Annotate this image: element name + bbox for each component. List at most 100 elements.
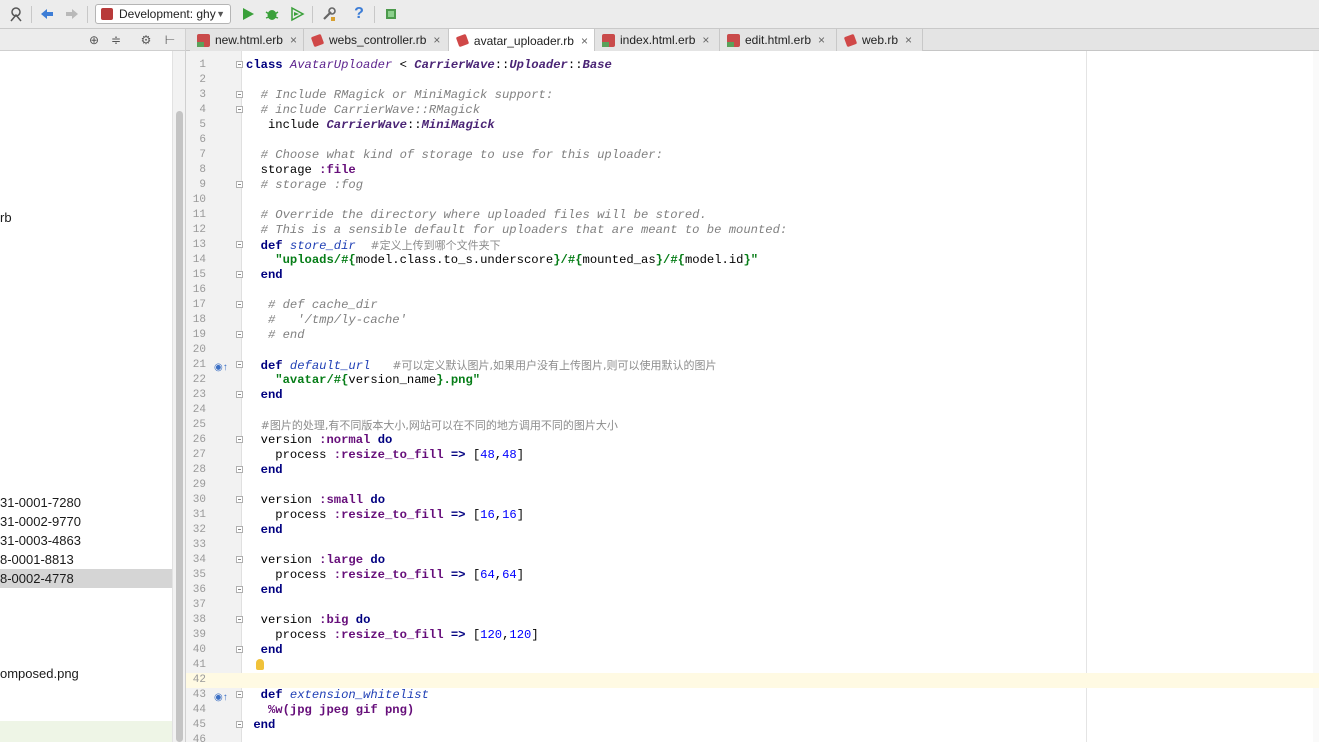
gear-icon[interactable]: ⚙: [138, 32, 154, 48]
code-line[interactable]: 35 process :resize_to_fill => [64,64]: [186, 568, 1319, 583]
fold-toggle-icon[interactable]: [236, 271, 243, 278]
code-line[interactable]: 43 ◉↑ def extension_whitelist: [186, 688, 1319, 703]
code-line[interactable]: 38 version :big do: [186, 613, 1319, 628]
settings-wrench-icon[interactable]: [320, 5, 338, 23]
code-line[interactable]: 37: [186, 598, 1319, 613]
fold-toggle-icon[interactable]: [236, 91, 243, 98]
forward-arrow-icon[interactable]: [63, 5, 81, 23]
code-line[interactable]: 33: [186, 538, 1319, 553]
debug-icon[interactable]: [263, 5, 281, 23]
tree-item[interactable]: 31-0003-4863: [0, 531, 172, 550]
run-icon[interactable]: [239, 5, 257, 23]
close-icon[interactable]: ×: [905, 33, 912, 47]
code-line[interactable]: 13 def store_dir #定义上传到哪个文件夹下: [186, 238, 1319, 253]
code-line[interactable]: 26 version :normal do: [186, 433, 1319, 448]
tree-item-selected[interactable]: 8-0002-4778: [0, 569, 172, 588]
sidebar-scrollbar[interactable]: [172, 51, 185, 742]
code-line[interactable]: 40 end: [186, 643, 1319, 658]
fold-toggle-icon[interactable]: [236, 361, 243, 368]
hide-panel-icon[interactable]: ⊢: [162, 32, 178, 48]
code-line[interactable]: 18 # '/tmp/ly-cache': [186, 313, 1319, 328]
code-line[interactable]: 34 version :large do: [186, 553, 1319, 568]
close-icon[interactable]: ×: [290, 33, 297, 47]
tab-avatar-uploader-rb[interactable]: avatar_uploader.rb ×: [449, 29, 595, 52]
code-line[interactable]: 5 include CarrierWave::MiniMagick: [186, 118, 1319, 133]
code-line[interactable]: 19 # end: [186, 328, 1319, 343]
code-line[interactable]: 4 # include CarrierWave::RMagick: [186, 103, 1319, 118]
code-line[interactable]: 3 # Include RMagick or MiniMagick suppor…: [186, 88, 1319, 103]
code-line[interactable]: 45 end: [186, 718, 1319, 733]
code-line[interactable]: 39 process :resize_to_fill => [120,120]: [186, 628, 1319, 643]
fold-toggle-icon[interactable]: [236, 331, 243, 338]
scrollbar-thumb[interactable]: [176, 111, 183, 742]
collapse-all-icon[interactable]: ≑: [108, 32, 124, 48]
fold-toggle-icon[interactable]: [236, 526, 243, 533]
close-icon[interactable]: ×: [433, 33, 440, 47]
close-icon[interactable]: ×: [581, 34, 588, 48]
code-line[interactable]: 11 # Override the directory where upload…: [186, 208, 1319, 223]
code-line[interactable]: 12 # This is a sensible default for uplo…: [186, 223, 1319, 238]
fold-toggle-icon[interactable]: [236, 436, 243, 443]
tree-item[interactable]: rb: [0, 208, 172, 227]
fold-toggle-icon[interactable]: [236, 391, 243, 398]
tree-item[interactable]: 31-0002-9770: [0, 512, 172, 531]
code-line[interactable]: 42: [186, 673, 1319, 688]
code-line[interactable]: 21 ◉↑ def default_url #可以定义默认图片,如果用户没有上传图…: [186, 358, 1319, 373]
tree-item[interactable]: 8-0001-8813: [0, 550, 172, 569]
code-line[interactable]: 7 # Choose what kind of storage to use f…: [186, 148, 1319, 163]
code-line[interactable]: 23 end: [186, 388, 1319, 403]
fold-toggle-icon[interactable]: [236, 616, 243, 623]
code-line[interactable]: 22 "avatar/#{version_name}.png": [186, 373, 1319, 388]
fold-toggle-icon[interactable]: [236, 556, 243, 563]
code-line[interactable]: 10: [186, 193, 1319, 208]
code-line[interactable]: 27 process :resize_to_fill => [48,48]: [186, 448, 1319, 463]
locate-target-icon[interactable]: ⊕: [86, 32, 102, 48]
fold-toggle-icon[interactable]: [236, 721, 243, 728]
code-line[interactable]: 41: [186, 658, 1319, 673]
code-line[interactable]: 14 "uploads/#{model.class.to_s.underscor…: [186, 253, 1319, 268]
database-icon[interactable]: [382, 5, 400, 23]
code-line[interactable]: 1 class AvatarUploader < CarrierWave::Upl…: [186, 58, 1319, 73]
fold-toggle-icon[interactable]: [236, 301, 243, 308]
back-arrow-icon[interactable]: [38, 5, 56, 23]
code-line[interactable]: 16: [186, 283, 1319, 298]
fold-toggle-icon[interactable]: [236, 586, 243, 593]
lightbulb-icon[interactable]: [256, 659, 264, 670]
tree-item[interactable]: omposed.png: [0, 664, 172, 683]
tree-item[interactable]: 31-0001-7280: [0, 493, 172, 512]
help-icon[interactable]: ?: [350, 5, 368, 23]
code-line[interactable]: 30 version :small do: [186, 493, 1319, 508]
code-line[interactable]: 28 end: [186, 463, 1319, 478]
code-line[interactable]: 17 # def cache_dir: [186, 298, 1319, 313]
code-line[interactable]: 24: [186, 403, 1319, 418]
fold-toggle-icon[interactable]: [236, 241, 243, 248]
code-line[interactable]: 9 # storage :fog: [186, 178, 1319, 193]
tab-index-html-erb[interactable]: index.html.erb ×: [595, 29, 720, 51]
code-line[interactable]: 32 end: [186, 523, 1319, 538]
fold-toggle-icon[interactable]: [236, 61, 243, 68]
fold-toggle-icon[interactable]: [236, 496, 243, 503]
project-structure-icon[interactable]: [7, 5, 25, 23]
run-configuration-select[interactable]: Development: ghy ▼: [95, 4, 231, 24]
fold-toggle-icon[interactable]: [236, 646, 243, 653]
code-line[interactable]: 25 #图片的处理,有不同版本大小,网站可以在不同的地方调用不同的图片大小: [186, 418, 1319, 433]
fold-toggle-icon[interactable]: [236, 106, 243, 113]
tab-new-html-erb[interactable]: new.html.erb ×: [190, 29, 304, 51]
close-icon[interactable]: ×: [702, 33, 709, 47]
code-line[interactable]: 31 process :resize_to_fill => [16,16]: [186, 508, 1319, 523]
code-line[interactable]: 29: [186, 478, 1319, 493]
code-line[interactable]: 6: [186, 133, 1319, 148]
code-line[interactable]: 8 storage :file: [186, 163, 1319, 178]
code-line[interactable]: 2: [186, 73, 1319, 88]
code-line[interactable]: 36 end: [186, 583, 1319, 598]
fold-toggle-icon[interactable]: [236, 466, 243, 473]
close-icon[interactable]: ×: [818, 33, 825, 47]
tab-edit-html-erb[interactable]: edit.html.erb ×: [720, 29, 837, 51]
fold-toggle-icon[interactable]: [236, 691, 243, 698]
code-line[interactable]: 15 end: [186, 268, 1319, 283]
code-line[interactable]: 20: [186, 343, 1319, 358]
tab-webs-controller-rb[interactable]: webs_controller.rb ×: [304, 29, 449, 51]
tab-web-rb[interactable]: web.rb ×: [837, 29, 923, 51]
code-line[interactable]: 44 %w(jpg jpeg gif png): [186, 703, 1319, 718]
code-line[interactable]: 46: [186, 733, 1319, 742]
